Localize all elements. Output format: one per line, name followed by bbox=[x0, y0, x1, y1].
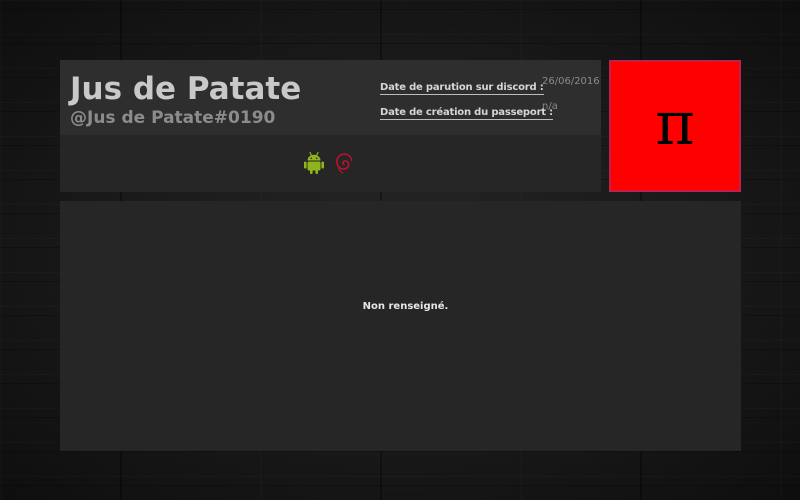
passport-date-label: Date de création du passeport : bbox=[380, 107, 553, 120]
os-icons bbox=[303, 150, 355, 176]
description-panel: Non renseigné. bbox=[60, 201, 741, 451]
avatar: π bbox=[609, 60, 741, 192]
discord-handle: @Jus de Patate#0190 bbox=[70, 108, 276, 128]
discord-date-value: 26/06/2016 bbox=[542, 76, 600, 87]
discord-date-row: Date de parution sur discord : 26/06/201… bbox=[380, 75, 600, 95]
passport-date-value: n/a bbox=[542, 101, 558, 112]
description-text: Non renseigné. bbox=[362, 301, 449, 312]
android-icon bbox=[303, 151, 325, 175]
profile-header-top: Jus de Patate @Jus de Patate#0190 Date d… bbox=[60, 60, 601, 135]
username-title: Jus de Patate bbox=[70, 71, 302, 107]
passport-date-row: Date de création du passeport : n/a bbox=[380, 100, 558, 120]
discord-date-label: Date de parution sur discord : bbox=[380, 82, 544, 95]
avatar-pi-glyph: π bbox=[655, 89, 695, 159]
debian-icon bbox=[333, 151, 355, 175]
profile-header-card: Jus de Patate @Jus de Patate#0190 Date d… bbox=[60, 60, 601, 192]
